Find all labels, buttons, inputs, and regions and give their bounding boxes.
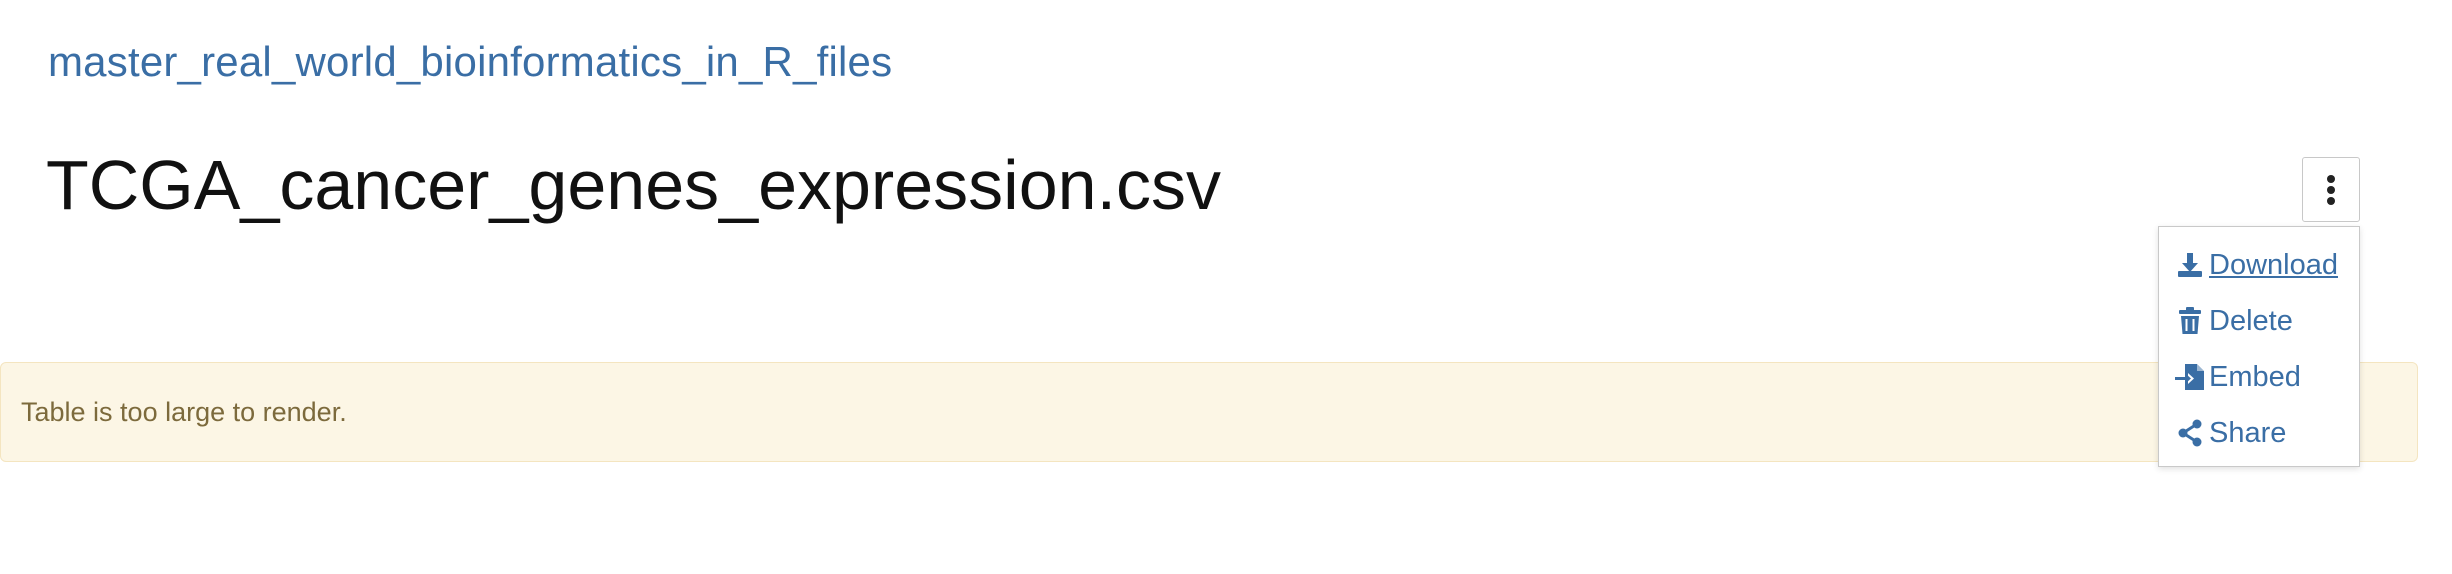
menu-item-label: Share	[2209, 416, 2287, 449]
menu-item-share[interactable]: Share	[2175, 413, 2286, 453]
embed-icon	[2175, 362, 2205, 392]
menu-item-embed[interactable]: Embed	[2175, 357, 2301, 397]
download-icon	[2175, 250, 2205, 280]
notice-banner: Table is too large to render.	[0, 362, 2418, 462]
notice-text: Table is too large to render.	[21, 397, 347, 427]
breadcrumb-folder-link[interactable]: master_real_world_bioinformatics_in_R_fi…	[48, 38, 892, 86]
menu-item-label: Embed	[2209, 360, 2301, 393]
menu-item-label: Delete	[2209, 304, 2293, 337]
share-icon	[2175, 418, 2205, 448]
trash-icon	[2175, 306, 2205, 336]
menu-item-delete[interactable]: Delete	[2175, 301, 2293, 341]
menu-item-download[interactable]: Download	[2175, 245, 2338, 285]
more-vertical-icon	[2327, 174, 2335, 205]
actions-dropdown-menu: Download Delete Embed Share	[2158, 226, 2360, 467]
page-title: TCGA_cancer_genes_expression.csv	[46, 146, 1222, 224]
more-actions-button[interactable]	[2302, 157, 2360, 222]
menu-item-label: Download	[2209, 248, 2338, 281]
